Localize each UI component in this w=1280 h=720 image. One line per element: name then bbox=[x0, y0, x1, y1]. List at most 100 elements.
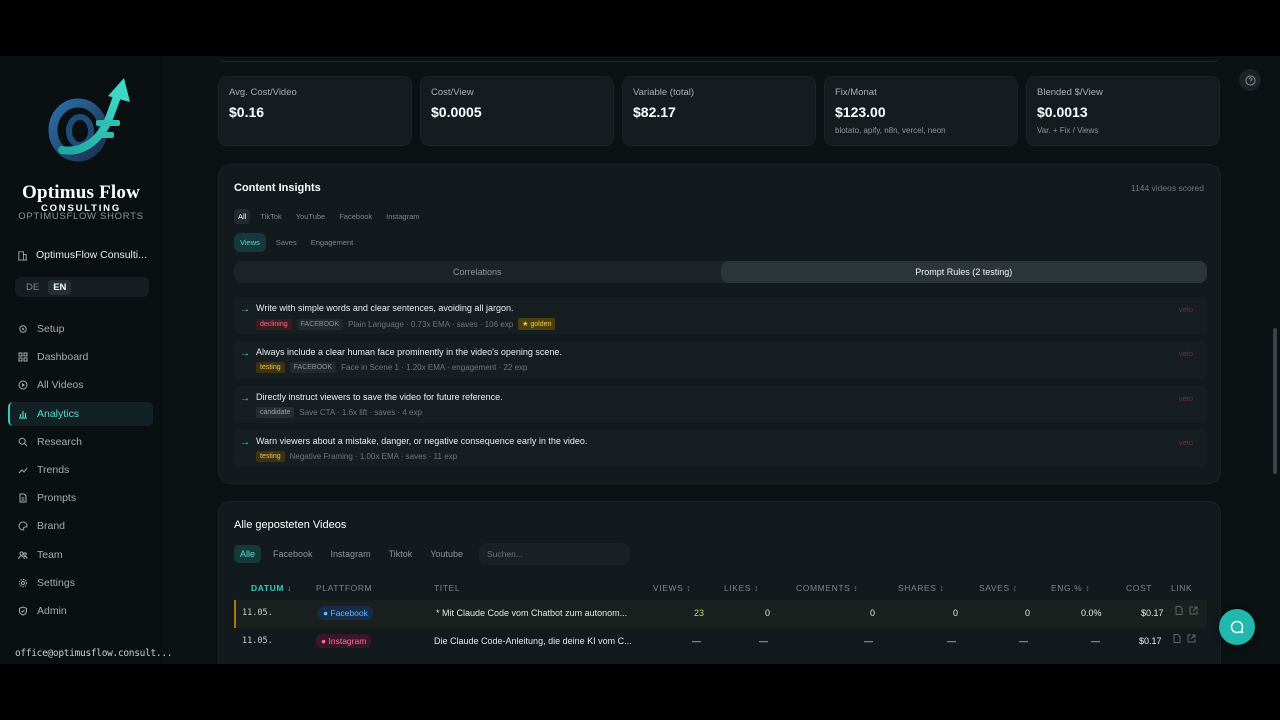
cell-shares: — bbox=[947, 636, 956, 646]
rule-text: Write with simple words and clear senten… bbox=[256, 303, 514, 313]
column-header-saves[interactable]: SAVES ↕ bbox=[979, 583, 1018, 593]
sidebar-item-label: Admin bbox=[37, 604, 67, 617]
filter-tiktok[interactable]: Tiktok bbox=[383, 545, 419, 563]
lang-de-button[interactable]: DE bbox=[21, 280, 44, 295]
prompt-rule-row[interactable]: → Write with simple words and clear sent… bbox=[234, 297, 1207, 334]
filter-alle[interactable]: Alle bbox=[234, 545, 262, 563]
chat-button[interactable] bbox=[1219, 609, 1255, 645]
filter-youtube[interactable]: Youtube bbox=[424, 545, 469, 563]
row-actions bbox=[1173, 634, 1196, 645]
metric-chip-saves[interactable]: Saves bbox=[272, 235, 301, 250]
sidebar-item-prompts[interactable]: Prompts bbox=[8, 486, 153, 510]
lang-en-button[interactable]: EN bbox=[48, 279, 72, 295]
stat-value: $0.16 bbox=[229, 104, 265, 120]
sidebar-item-all-videos[interactable]: All Videos bbox=[8, 373, 153, 397]
column-header-link: LINK bbox=[1171, 583, 1193, 593]
cell-date: 11.05. bbox=[242, 636, 273, 646]
sidebar-item-label: Team bbox=[37, 548, 63, 561]
stat-value: $0.0005 bbox=[431, 104, 482, 120]
veto-button[interactable]: veto bbox=[1179, 394, 1193, 403]
prompt-rule-row[interactable]: → Always include a clear human face prom… bbox=[234, 341, 1207, 378]
video-platform-filter: Alle Facebook Instagram Tiktok Youtube bbox=[234, 543, 630, 565]
column-header-likes[interactable]: LIKES ↕ bbox=[724, 583, 759, 593]
column-header-comments[interactable]: COMMENTS ↕ bbox=[796, 583, 858, 593]
metric-chip-views[interactable]: Views bbox=[234, 233, 266, 252]
platform-badge-facebook: ● Facebook bbox=[318, 606, 373, 620]
sidebar-nav: Setup Dashboard All Videos Analytics Res… bbox=[8, 317, 153, 627]
sidebar-item-trends[interactable]: Trends bbox=[8, 458, 153, 482]
page-scrollbar[interactable] bbox=[1270, 56, 1280, 664]
sidebar-item-setup[interactable]: Setup bbox=[8, 317, 153, 341]
arrow-right-icon: → bbox=[240, 348, 250, 359]
filter-instagram[interactable]: Instagram bbox=[325, 545, 377, 563]
tab-prompt-rules[interactable]: Prompt Rules (2 testing) bbox=[720, 261, 1207, 283]
stat-card-cost-view: Cost/View $0.0005 bbox=[420, 76, 614, 146]
metric-chip-engagement[interactable]: Engagement bbox=[307, 235, 358, 250]
cell-views: 23 bbox=[694, 608, 705, 618]
column-header-eng[interactable]: ENG.% ↕ bbox=[1051, 583, 1090, 593]
cell-comments: — bbox=[864, 636, 873, 646]
cell-eng: — bbox=[1091, 636, 1100, 646]
platform-name: Facebook bbox=[330, 608, 368, 618]
sidebar-item-team[interactable]: Team bbox=[8, 543, 153, 567]
platform-chip-instagram[interactable]: Instagram bbox=[382, 209, 423, 224]
platform-chip-youtube[interactable]: YouTube bbox=[292, 209, 329, 224]
platform-chip-all[interactable]: All bbox=[234, 209, 251, 224]
sidebar-item-settings[interactable]: Settings bbox=[8, 571, 153, 595]
external-link-icon[interactable] bbox=[1187, 634, 1196, 643]
column-header-views[interactable]: VIEWS ↕ bbox=[653, 583, 691, 593]
sidebar-item-label: Research bbox=[37, 435, 82, 448]
panel-title: Alle geposteten Videos bbox=[234, 519, 347, 531]
cell-views: — bbox=[692, 636, 701, 646]
stat-label: Avg. Cost/Video bbox=[229, 87, 297, 98]
trend-icon bbox=[18, 467, 28, 474]
document-icon[interactable] bbox=[1173, 634, 1181, 643]
golden-badge: ★ golden bbox=[518, 318, 556, 330]
veto-button[interactable]: veto bbox=[1179, 305, 1193, 314]
users-icon bbox=[18, 550, 28, 559]
sidebar-item-admin[interactable]: Admin bbox=[8, 599, 153, 623]
videos-scored-count: 1144 videos scored bbox=[1130, 183, 1204, 193]
rule-meta: declining FACEBOOK Plain Language · 0.73… bbox=[256, 318, 556, 330]
palette-icon bbox=[18, 521, 28, 531]
rule-detail: Negative Framing · 1.00x EMA · saves · 1… bbox=[289, 452, 458, 461]
cell-eng: 0.0% bbox=[1081, 608, 1102, 618]
sidebar-item-brand[interactable]: Brand bbox=[8, 514, 153, 538]
sidebar-item-dashboard[interactable]: Dashboard bbox=[8, 345, 153, 369]
sidebar-item-analytics[interactable]: Analytics bbox=[8, 401, 153, 426]
platform-chip-facebook[interactable]: Facebook bbox=[335, 209, 376, 224]
tab-correlations[interactable]: Correlations bbox=[234, 261, 721, 283]
stat-note: Var. + Fix / Views bbox=[1037, 126, 1099, 135]
stat-value: $0.0013 bbox=[1037, 104, 1088, 120]
app-window: Optimus Flow CONSULTING OPTIMUSFLOW SHOR… bbox=[0, 56, 1280, 664]
brand-name: Optimus Flow bbox=[22, 182, 140, 203]
veto-button[interactable]: veto bbox=[1179, 438, 1193, 447]
document-icon[interactable] bbox=[1175, 606, 1183, 615]
external-link-icon[interactable] bbox=[1189, 606, 1198, 615]
rule-text: Directly instruct viewers to save the vi… bbox=[256, 392, 503, 402]
stat-note: blotato, apify, n8n, vercel, neon bbox=[835, 126, 946, 135]
scrollbar-thumb[interactable] bbox=[1273, 328, 1277, 474]
filter-facebook[interactable]: Facebook bbox=[267, 545, 319, 563]
search-input[interactable] bbox=[478, 543, 630, 565]
gear-icon bbox=[18, 578, 28, 587]
stat-card-variable-total: Variable (total) $82.17 bbox=[622, 76, 816, 146]
user-email[interactable]: office@optimusflow.consult... bbox=[15, 648, 172, 659]
help-button[interactable] bbox=[1239, 69, 1261, 91]
column-header-shares[interactable]: SHARES ↕ bbox=[898, 583, 944, 593]
previous-panel-edge bbox=[218, 56, 1220, 62]
table-row[interactable]: 11.05. ● Facebook * Mit Claude Code vom … bbox=[234, 600, 1207, 628]
prompt-rule-row[interactable]: → Warn viewers about a mistake, danger, … bbox=[234, 430, 1207, 467]
sidebar-item-research[interactable]: Research bbox=[8, 430, 153, 454]
sidebar: Optimus Flow CONSULTING OPTIMUSFLOW SHOR… bbox=[0, 56, 172, 664]
workspace-switcher[interactable]: OptimusFlow Consulti... bbox=[17, 249, 157, 261]
prompt-rule-row[interactable]: → Directly instruct viewers to save the … bbox=[234, 386, 1207, 423]
cell-title: Die Claude Code-Anleitung, die deine KI … bbox=[434, 636, 632, 646]
platform-chip-tiktok[interactable]: TikTok bbox=[256, 209, 285, 224]
column-header-datum[interactable]: DATUM ↓ bbox=[251, 583, 292, 593]
veto-button[interactable]: veto bbox=[1179, 349, 1193, 358]
cell-date: 11.05. bbox=[242, 608, 273, 618]
platform-badge-instagram: ● Instagram bbox=[316, 634, 372, 648]
brand-logo[interactable]: Optimus Flow CONSULTING bbox=[18, 76, 144, 214]
table-row[interactable]: 11.05. ● Instagram Die Claude Code-Anlei… bbox=[234, 628, 1207, 656]
